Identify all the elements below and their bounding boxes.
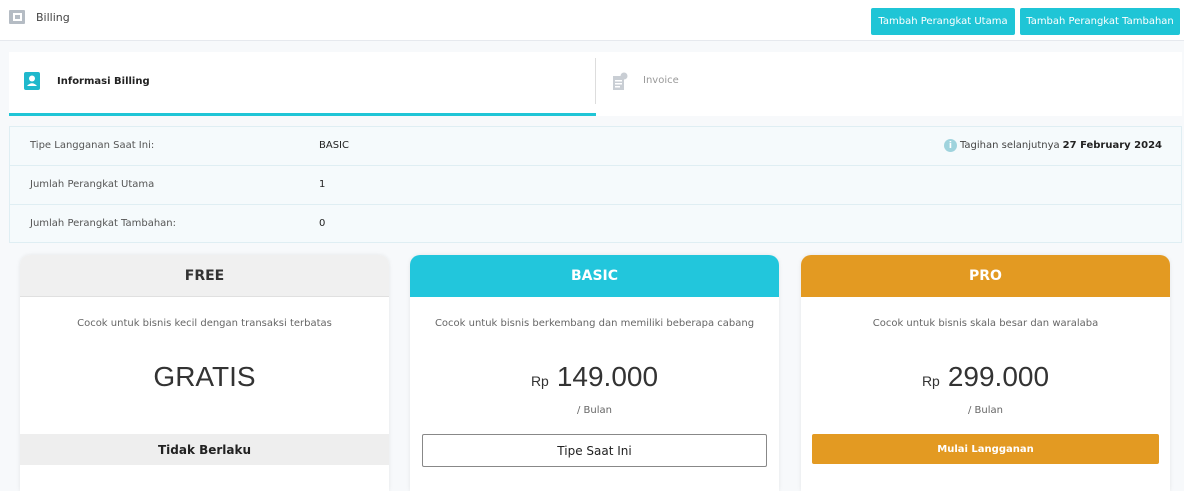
plan-price: GRATIS [153, 361, 256, 392]
next-bill-label: Tagihan selanjutnya [959, 140, 1060, 151]
tab-label: Invoice [643, 75, 679, 86]
plan-card-pro: PRO Cocok untuk bisnis skala besar dan w… [801, 255, 1170, 491]
price-currency: Rp [921, 373, 940, 389]
info-row-subscription: Tipe Langganan Saat Ini: BASIC i Tagihan… [10, 127, 1181, 166]
plan-name: PRO [801, 255, 1170, 297]
billing-info-table: Tipe Langganan Saat Ini: BASIC i Tagihan… [9, 126, 1182, 243]
price-currency: Rp [530, 373, 549, 389]
next-bill-date: 27 February 2024 [1062, 140, 1162, 151]
info-row-extra-devices: Jumlah Perangkat Tambahan: 0 [10, 205, 1181, 244]
plan-name: FREE [20, 255, 389, 297]
wallet-icon [9, 10, 25, 24]
user-card-icon [24, 72, 40, 90]
info-icon: i [943, 139, 957, 152]
current-plan-button: Tipe Saat Ini [422, 434, 767, 467]
plan-description: Cocok untuk bisnis kecil dengan transaks… [77, 318, 332, 329]
plan-price: Rp 149.000 [410, 361, 779, 393]
tab-bar: Informasi Billing Invoice [9, 52, 1182, 116]
price-period: / Bulan [968, 405, 1003, 416]
invoice-icon [613, 72, 628, 90]
info-value: 0 [319, 218, 326, 229]
info-row-main-devices: Jumlah Perangkat Utama 1 [10, 166, 1181, 205]
plan-description: Cocok untuk bisnis skala besar dan waral… [872, 318, 1099, 329]
top-bar: Billing Tambah Perangkat Utama Tambah Pe… [0, 0, 1184, 41]
add-extra-device-button[interactable]: Tambah Perangkat Tambahan [1020, 8, 1180, 35]
info-label: Tipe Langganan Saat Ini: [30, 140, 155, 151]
info-label: Jumlah Perangkat Utama [30, 179, 155, 190]
plan-name: BASIC [410, 255, 779, 297]
next-bill-notice: i Tagihan selanjutnya 27 February 2024 [943, 139, 1162, 152]
price-amount: 299.000 [947, 361, 1050, 392]
price-amount: 149.000 [556, 361, 659, 392]
price-period: / Bulan [577, 405, 612, 416]
info-value: BASIC [319, 140, 349, 151]
plan-status: Tidak Berlaku [20, 434, 389, 465]
plan-card-free: FREE Cocok untuk bisnis kecil dengan tra… [20, 255, 389, 491]
plan-card-basic: BASIC Cocok untuk bisnis berkembang dan … [410, 255, 779, 491]
add-main-device-button[interactable]: Tambah Perangkat Utama [871, 8, 1015, 35]
info-value: 1 [319, 179, 326, 190]
tab-billing-info[interactable]: Informasi Billing [9, 52, 596, 116]
page-title: Billing [36, 11, 70, 24]
plan-price: Rp 299.000 [801, 361, 1170, 393]
active-tab-indicator [9, 113, 596, 116]
plan-description: Cocok untuk bisnis berkembang dan memili… [434, 318, 755, 329]
start-subscription-button[interactable]: Mulai Langganan [812, 434, 1159, 464]
info-label: Jumlah Perangkat Tambahan: [30, 218, 177, 229]
tab-label: Informasi Billing [57, 76, 150, 87]
tab-invoice[interactable]: Invoice [596, 52, 1182, 116]
